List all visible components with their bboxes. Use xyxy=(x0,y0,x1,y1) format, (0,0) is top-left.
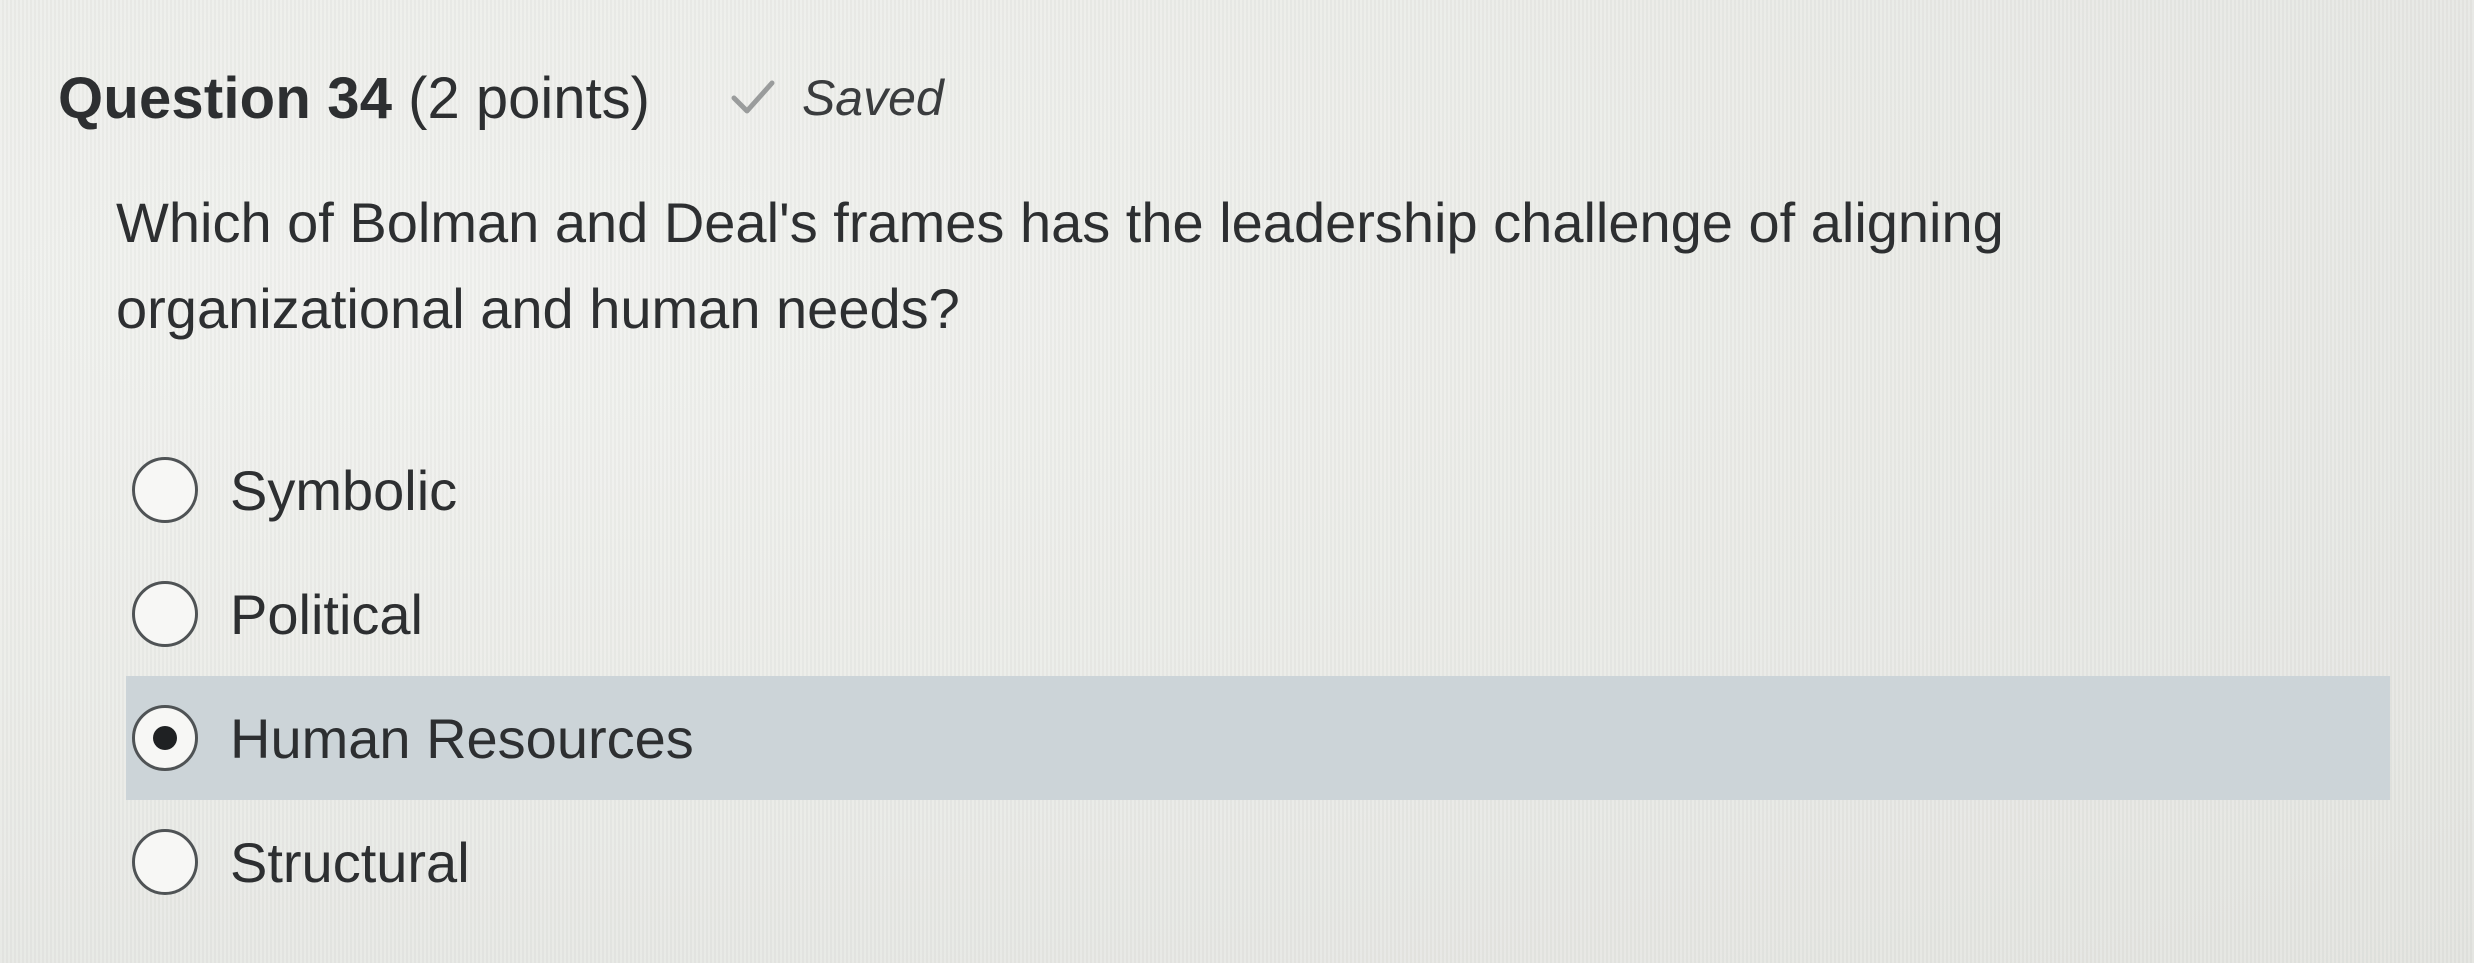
option-label: Political xyxy=(230,582,423,646)
radio-button-selected[interactable] xyxy=(132,705,198,771)
option-label: Human Resources xyxy=(230,706,694,770)
check-icon xyxy=(730,78,776,118)
option-human-resources[interactable]: Human Resources xyxy=(126,676,2390,800)
option-symbolic[interactable]: Symbolic xyxy=(126,428,2390,552)
radio-button[interactable] xyxy=(132,829,198,895)
saved-status: Saved xyxy=(730,69,944,127)
answer-options: Symbolic Political Human Resources Struc… xyxy=(126,428,2390,924)
radio-button[interactable] xyxy=(132,457,198,523)
saved-label: Saved xyxy=(801,70,944,126)
option-label: Symbolic xyxy=(230,458,458,522)
option-political[interactable]: Political xyxy=(126,552,2390,676)
radio-selected-dot xyxy=(153,726,177,750)
question-text: Which of Bolman and Deal's frames has th… xyxy=(116,191,2004,340)
question-points: (2 points) xyxy=(408,65,650,131)
option-label: Structural xyxy=(230,830,470,894)
question-title: Question 34 xyxy=(58,65,393,131)
question-header: Question 34 (2 points) Saved xyxy=(58,58,944,138)
radio-button[interactable] xyxy=(132,581,198,647)
option-structural[interactable]: Structural xyxy=(126,800,2390,924)
